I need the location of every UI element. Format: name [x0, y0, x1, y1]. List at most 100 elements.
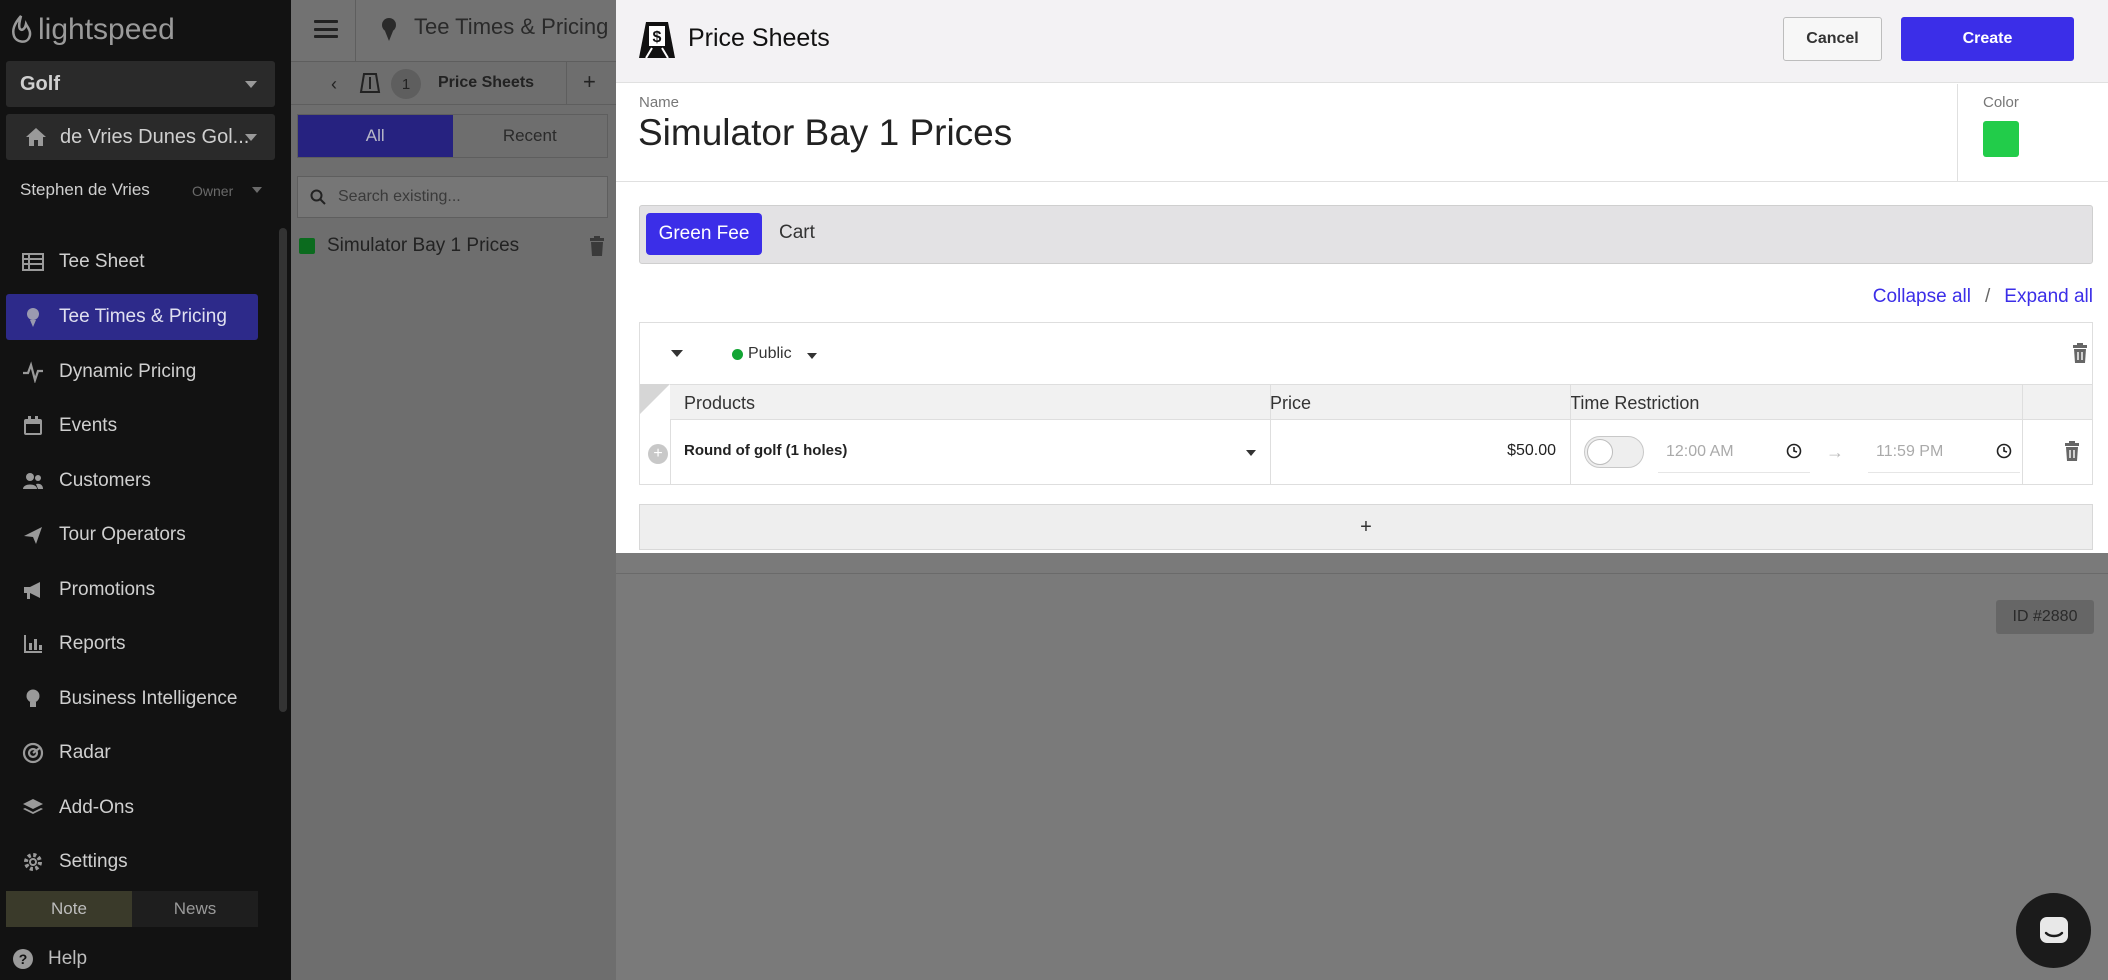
add-row-icon[interactable]: +	[648, 444, 668, 464]
nav-item-tour-operators[interactable]: Tour Operators	[6, 512, 258, 558]
name-field[interactable]: Simulator Bay 1 Prices	[638, 112, 1012, 154]
chevron-down-icon	[245, 134, 257, 141]
nav-label: Radar	[59, 742, 111, 763]
org-select[interactable]: Golf	[6, 61, 275, 107]
table-header: Products Price Time Restriction	[670, 384, 2092, 420]
collapse-expand-links: Collapse all / Expand all	[1873, 286, 2093, 308]
tab-news[interactable]: News	[132, 891, 258, 927]
list-item[interactable]: Simulator Bay 1 Prices	[299, 232, 611, 260]
help-link[interactable]: ? Help	[12, 948, 87, 970]
bar-chart-icon	[24, 635, 42, 653]
course-select-value: de Vries Dunes Gol...	[60, 125, 250, 148]
divider	[616, 573, 2108, 574]
list-title: Price Sheets	[438, 74, 535, 91]
product-select[interactable]: Round of golf (1 holes)	[684, 442, 847, 459]
nav-item-promotions[interactable]: Promotions	[6, 567, 258, 613]
tab-note[interactable]: Note	[6, 891, 132, 927]
tab-all[interactable]: All	[298, 115, 453, 157]
search-input[interactable]: Search existing...	[297, 176, 608, 218]
add-price-sheet-button[interactable]: +	[583, 69, 596, 95]
page-header: Tee Times & Pricing	[291, 0, 616, 62]
column-products: Products	[684, 393, 756, 413]
tab-cart[interactable]: Cart	[779, 222, 815, 244]
dialog-title: Price Sheets	[688, 24, 830, 52]
org-select-value: Golf	[20, 72, 60, 95]
note-news-tabs: Note News	[6, 891, 258, 927]
nav-item-tee-times-pricing[interactable]: Tee Times & Pricing	[6, 294, 258, 340]
user-role: Owner	[192, 183, 234, 199]
user-name: Stephen de Vries	[20, 180, 150, 199]
plane-icon	[24, 527, 42, 544]
audience-select[interactable]: Public	[748, 345, 792, 363]
nav-label: Add-Ons	[59, 797, 134, 818]
arrow-right-icon: →	[1826, 442, 1844, 462]
radar-icon	[22, 742, 44, 764]
trash-icon[interactable]	[2064, 441, 2080, 461]
logo-text: lightspeed	[38, 13, 175, 46]
color-swatch	[299, 238, 315, 254]
chevron-down-icon[interactable]	[807, 353, 817, 359]
collapse-all-link[interactable]: Collapse all	[1873, 286, 1971, 308]
fee-type-tabs: Green Fee Cart	[639, 205, 2093, 264]
list-item-label: Simulator Bay 1 Prices	[327, 235, 520, 256]
price-sheet-icon	[359, 73, 381, 93]
nav-item-events[interactable]: Events	[6, 403, 258, 449]
list-filter-tabs: All Recent	[297, 114, 608, 158]
expand-all-link[interactable]: Expand all	[2004, 286, 2093, 308]
column-price: Price	[1270, 393, 1312, 413]
nav-label: Settings	[59, 851, 128, 872]
chat-launcher-button[interactable]	[2016, 893, 2091, 968]
create-button[interactable]: Create	[1901, 17, 2074, 61]
hamburger-menu-icon[interactable]	[314, 17, 338, 41]
trash-icon[interactable]	[2072, 343, 2088, 363]
nav-item-customers[interactable]: Customers	[6, 458, 258, 504]
chevron-down-icon[interactable]	[671, 350, 683, 357]
lightspeed-logo[interactable]: lightspeed	[8, 10, 175, 50]
layers-icon	[23, 799, 43, 814]
nav-scrollbar[interactable]	[279, 228, 287, 712]
nav-item-dynamic-pricing[interactable]: Dynamic Pricing	[6, 349, 258, 395]
gear-icon	[24, 853, 42, 871]
nav-item-settings[interactable]: Settings	[6, 839, 258, 885]
tab-recent[interactable]: Recent	[452, 115, 607, 157]
calendar-icon	[24, 416, 42, 435]
color-label: Color	[1983, 94, 2019, 111]
svg-text:$: $	[653, 29, 662, 46]
nav-item-reports[interactable]: Reports	[6, 621, 258, 667]
main-nav: lightspeed Golf de Vries Dunes Gol... St…	[0, 0, 291, 980]
clock-icon	[1996, 443, 2012, 459]
nav-item-business-intelligence[interactable]: Business Intelligence	[6, 676, 258, 722]
table-icon	[22, 253, 44, 271]
course-select[interactable]: de Vries Dunes Gol...	[6, 114, 275, 160]
nav-label: Reports	[59, 633, 126, 654]
chevron-down-icon	[245, 81, 257, 88]
count-badge: 1	[391, 69, 421, 99]
nav-label: Tee Sheet	[59, 251, 145, 272]
color-picker-swatch[interactable]	[1983, 121, 2019, 157]
chevron-left-icon[interactable]: ‹	[331, 74, 337, 95]
nav-item-radar[interactable]: Radar	[6, 730, 258, 776]
golf-pin-icon	[27, 308, 39, 327]
search-placeholder: Search existing...	[338, 188, 461, 205]
time-from-field[interactable]: 12:00 AM	[1658, 429, 1810, 473]
time-to-value: 11:59 PM	[1876, 443, 1944, 460]
svg-text:?: ?	[19, 951, 28, 967]
nav-label: Tour Operators	[59, 524, 186, 545]
question-icon: ?	[13, 949, 33, 969]
cancel-button[interactable]: Cancel	[1783, 17, 1882, 61]
price-field[interactable]: $50.00	[1270, 442, 1556, 460]
add-group-button[interactable]: +	[639, 504, 2093, 550]
time-restriction-toggle[interactable]	[1584, 436, 1644, 468]
flame-icon	[12, 15, 32, 43]
time-from-value: 12:00 AM	[1666, 443, 1734, 460]
row-handle	[640, 384, 670, 414]
column-time-restriction: Time Restriction	[1570, 393, 1700, 413]
time-to-field[interactable]: 11:59 PM	[1868, 429, 2020, 473]
trash-icon[interactable]	[589, 236, 605, 256]
tab-green-fee[interactable]: Green Fee	[646, 213, 762, 255]
nav-item-add-ons[interactable]: Add-Ons	[6, 785, 258, 831]
search-icon	[310, 189, 326, 205]
chevron-down-icon[interactable]	[1246, 450, 1256, 456]
user-menu[interactable]: Stephen de Vries Owner	[20, 180, 270, 204]
nav-item-tee-sheet[interactable]: Tee Sheet	[6, 239, 258, 285]
